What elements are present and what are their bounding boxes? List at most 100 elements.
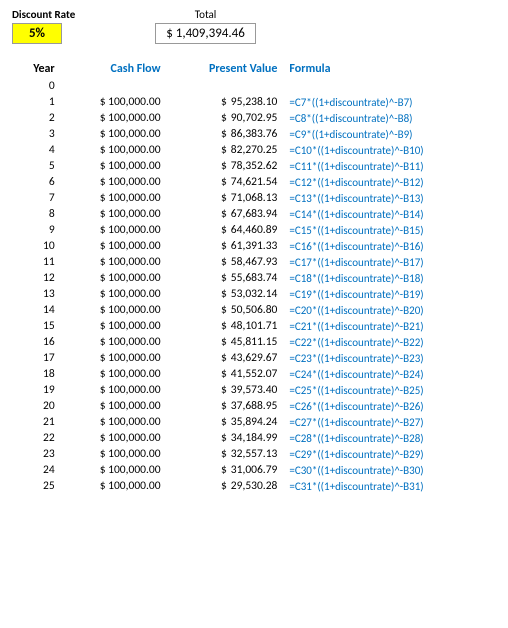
cell-pv: $86,383.76: [167, 126, 284, 142]
col-formula: Formula: [283, 60, 496, 78]
cell-year: 2: [12, 110, 61, 126]
cell-cashflow: $ 100,000.00: [61, 398, 167, 414]
table-row: 11$ 100,000.00$58,467.93=C17*((1+discoun…: [12, 254, 496, 270]
cell-formula: =C29*((1+discountrate)^-B29): [283, 446, 496, 462]
total-label: Total: [195, 8, 217, 21]
cell-year: 20: [12, 398, 61, 414]
cell-cashflow: $ 100,000.00: [61, 366, 167, 382]
cell-year: 1: [12, 94, 61, 110]
cell-formula: =C25*((1+discountrate)^-B25): [283, 382, 496, 398]
cell-year: 15: [12, 318, 61, 334]
cell-pv: [167, 78, 284, 94]
table-row: 1$ 100,000.00$95,238.10=C7*((1+discountr…: [12, 94, 496, 110]
cell-year: 6: [12, 174, 61, 190]
table-row: 20$ 100,000.00$37,688.95=C26*((1+discoun…: [12, 398, 496, 414]
cell-formula: [283, 78, 496, 94]
cell-cashflow: $ 100,000.00: [61, 302, 167, 318]
cell-formula: =C11*((1+discountrate)^-B11): [283, 158, 496, 174]
cell-formula: =C17*((1+discountrate)^-B17): [283, 254, 496, 270]
cell-year: 3: [12, 126, 61, 142]
cell-formula: =C22*((1+discountrate)^-B22): [283, 334, 496, 350]
cell-formula: =C30*((1+discountrate)^-B30): [283, 462, 496, 478]
cell-pv: $34,184.99: [167, 430, 284, 446]
cell-pv: $78,352.62: [167, 158, 284, 174]
total-value: $ 1,409,394.46: [155, 23, 256, 44]
cell-cashflow: $ 100,000.00: [61, 206, 167, 222]
cell-formula: =C10*((1+discountrate)^-B10): [283, 142, 496, 158]
cell-formula: =C14*((1+discountrate)^-B14): [283, 206, 496, 222]
cell-year: 0: [12, 78, 61, 94]
cell-cashflow: $ 100,000.00: [61, 334, 167, 350]
cell-pv: $31,006.79: [167, 462, 284, 478]
cell-pv: $39,573.40: [167, 382, 284, 398]
cell-formula: =C26*((1+discountrate)^-B26): [283, 398, 496, 414]
cell-pv: $50,506.80: [167, 302, 284, 318]
cell-cashflow: $ 100,000.00: [61, 414, 167, 430]
cell-year: 25: [12, 478, 61, 494]
cell-year: 24: [12, 462, 61, 478]
cell-cashflow: $ 100,000.00: [61, 158, 167, 174]
table-row: 16$ 100,000.00$45,811.15=C22*((1+discoun…: [12, 334, 496, 350]
cell-cashflow: $ 100,000.00: [61, 286, 167, 302]
cell-year: 22: [12, 430, 61, 446]
cell-pv: $64,460.89: [167, 222, 284, 238]
table-row: 17$ 100,000.00$43,629.67=C23*((1+discoun…: [12, 350, 496, 366]
cell-cashflow: $ 100,000.00: [61, 446, 167, 462]
cell-formula: =C18*((1+discountrate)^-B18): [283, 270, 496, 286]
cell-pv: $58,467.93: [167, 254, 284, 270]
cell-formula: =C19*((1+discountrate)^-B19): [283, 286, 496, 302]
table-row: 12$ 100,000.00$55,683.74=C18*((1+discoun…: [12, 270, 496, 286]
cell-year: 23: [12, 446, 61, 462]
table-row: 25$ 100,000.00$29,530.28=C31*((1+discoun…: [12, 478, 496, 494]
cell-formula: =C8*((1+discountrate)^-B8): [283, 110, 496, 126]
table-row: 6$ 100,000.00$74,621.54=C12*((1+discount…: [12, 174, 496, 190]
cell-year: 11: [12, 254, 61, 270]
cell-year: 18: [12, 366, 61, 382]
cell-pv: $95,238.10: [167, 94, 284, 110]
cell-cashflow: $ 100,000.00: [61, 142, 167, 158]
cell-pv: $37,688.95: [167, 398, 284, 414]
cell-cashflow: $ 100,000.00: [61, 190, 167, 206]
cell-year: 4: [12, 142, 61, 158]
cell-year: 21: [12, 414, 61, 430]
discount-section: Discount Rate 5%: [12, 8, 75, 44]
cell-pv: $43,629.67: [167, 350, 284, 366]
cell-formula: =C9*((1+discountrate)^-B9): [283, 126, 496, 142]
cell-formula: =C21*((1+discountrate)^-B21): [283, 318, 496, 334]
cell-year: 7: [12, 190, 61, 206]
cell-formula: =C12*((1+discountrate)^-B12): [283, 174, 496, 190]
cell-year: 13: [12, 286, 61, 302]
cell-pv: $71,068.13: [167, 190, 284, 206]
cell-cashflow: $ 100,000.00: [61, 430, 167, 446]
table-row: 9$ 100,000.00$64,460.89=C15*((1+discount…: [12, 222, 496, 238]
cell-pv: $90,702.95: [167, 110, 284, 126]
table-row: 10$ 100,000.00$61,391.33=C16*((1+discoun…: [12, 238, 496, 254]
cell-formula: =C7*((1+discountrate)^-B7): [283, 94, 496, 110]
table-row: 5$ 100,000.00$78,352.62=C11*((1+discount…: [12, 158, 496, 174]
discount-value[interactable]: 5%: [12, 23, 62, 44]
cell-pv: $45,811.15: [167, 334, 284, 350]
cell-year: 8: [12, 206, 61, 222]
total-section: Total $ 1,409,394.46: [155, 8, 256, 44]
table-row: 14$ 100,000.00$50,506.80=C20*((1+discoun…: [12, 302, 496, 318]
cell-cashflow: $ 100,000.00: [61, 174, 167, 190]
cell-cashflow: $ 100,000.00: [61, 238, 167, 254]
cell-pv: $74,621.54: [167, 174, 284, 190]
col-cashflow: Cash Flow: [61, 60, 167, 78]
table-row: 3$ 100,000.00$86,383.76=C9*((1+discountr…: [12, 126, 496, 142]
cell-year: 16: [12, 334, 61, 350]
cell-formula: =C20*((1+discountrate)^-B20): [283, 302, 496, 318]
cell-year: 17: [12, 350, 61, 366]
cell-formula: =C27*((1+discountrate)^-B27): [283, 414, 496, 430]
cell-cashflow: $ 100,000.00: [61, 126, 167, 142]
data-table-container: Year Cash Flow Present Value Formula 01$…: [12, 60, 496, 494]
cell-pv: $55,683.74: [167, 270, 284, 286]
cell-cashflow: $ 100,000.00: [61, 350, 167, 366]
cell-year: 10: [12, 238, 61, 254]
table-row: 19$ 100,000.00$39,573.40=C25*((1+discoun…: [12, 382, 496, 398]
cell-cashflow: $ 100,000.00: [61, 94, 167, 110]
table-row: 21$ 100,000.00$35,894.24=C27*((1+discoun…: [12, 414, 496, 430]
table-row: 13$ 100,000.00$53,032.14=C19*((1+discoun…: [12, 286, 496, 302]
cell-pv: $53,032.14: [167, 286, 284, 302]
table-row: 7$ 100,000.00$71,068.13=C13*((1+discount…: [12, 190, 496, 206]
